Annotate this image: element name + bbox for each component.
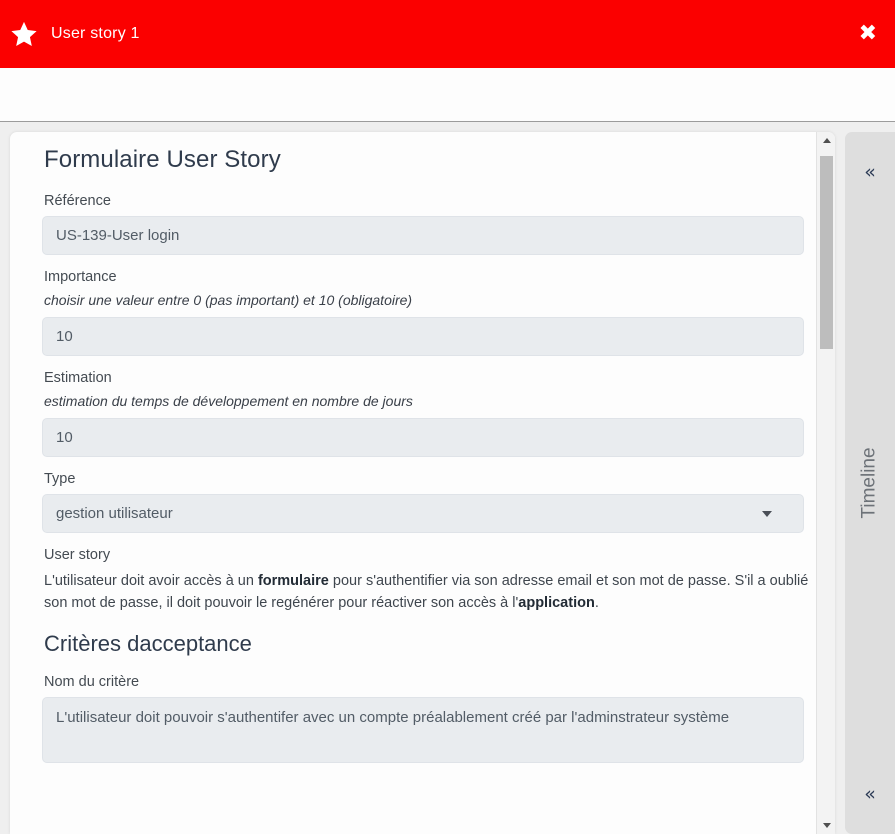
field-hint-importance: choisir une valeur entre 0 (pas importan…	[44, 292, 413, 308]
field-label-criterion-name: Nom du critère	[44, 674, 140, 691]
field-criterion-name: Nom du critère L'utilisateur doit pouvoi…	[42, 674, 804, 764]
toolbar-strip	[0, 68, 895, 122]
close-icon[interactable]: ✖	[859, 23, 877, 45]
scrollbar-thumb[interactable]	[820, 156, 833, 349]
field-hint-estimation: estimation du temps de développement en …	[44, 393, 413, 409]
importance-input[interactable]: 10	[42, 317, 804, 356]
page-title: Formulaire User Story	[44, 146, 281, 173]
field-label-reference: Référence	[44, 193, 111, 209]
section-title-criteria: Critères dacceptance	[44, 631, 252, 657]
timeline-rail-label: Timeline	[845, 132, 895, 834]
window-title: User story 1	[51, 25, 140, 42]
type-select[interactable]: gestion utilisateur	[42, 494, 804, 533]
scroll-up-arrow-icon[interactable]	[817, 132, 835, 149]
form-content: Formulaire User Story Référence US-139-U…	[10, 132, 816, 834]
timeline-rail-label-text: Timeline	[859, 447, 880, 519]
collapse-left-icon-bottom[interactable]: «	[845, 777, 895, 811]
user-story-bold-2: application	[518, 595, 595, 612]
field-type: Type gestion utilisateur	[42, 471, 804, 533]
user-story-text: L'utilisateur doit avoir accès à un form…	[44, 570, 812, 614]
scroll-down-arrow-icon[interactable]	[817, 817, 835, 834]
form-scrollbar[interactable]	[816, 132, 835, 834]
field-user-story: User story L'utilisateur doit avoir accè…	[42, 547, 808, 614]
window-titlebar: User story 1 ✖	[0, 0, 895, 68]
form-card: Formulaire User Story Référence US-139-U…	[10, 132, 835, 834]
star-icon	[9, 19, 39, 49]
main-area: Formulaire User Story Référence US-139-U…	[0, 123, 895, 834]
type-select-wrapper[interactable]: gestion utilisateur	[42, 494, 804, 533]
field-label-importance: Importance	[44, 269, 117, 285]
criterion-name-textarea[interactable]: L'utilisateur doit pouvoir s'authentifer…	[42, 697, 804, 764]
app-root: User story 1 ✖ Formulaire User Story Réf…	[0, 0, 895, 834]
user-story-text-1: L'utilisateur doit avoir accès à un	[44, 573, 258, 589]
field-label-type: Type	[44, 471, 76, 487]
field-label-user-story: User story	[44, 547, 111, 563]
field-estimation: Estimation estimation du temps de dévelo…	[42, 370, 804, 457]
estimation-input[interactable]: 10	[42, 418, 804, 457]
chevron-down-icon	[762, 510, 772, 517]
field-reference: Référence US-139-User login	[42, 193, 804, 255]
field-label-estimation: Estimation	[44, 370, 112, 386]
reference-input[interactable]: US-139-User login	[42, 216, 804, 255]
timeline-rail[interactable]: « Timeline «	[845, 132, 895, 834]
user-story-bold-1: formulaire	[257, 573, 329, 589]
user-story-text-3: .	[594, 595, 599, 612]
field-importance: Importance choisir une valeur entre 0 (p…	[42, 269, 804, 356]
